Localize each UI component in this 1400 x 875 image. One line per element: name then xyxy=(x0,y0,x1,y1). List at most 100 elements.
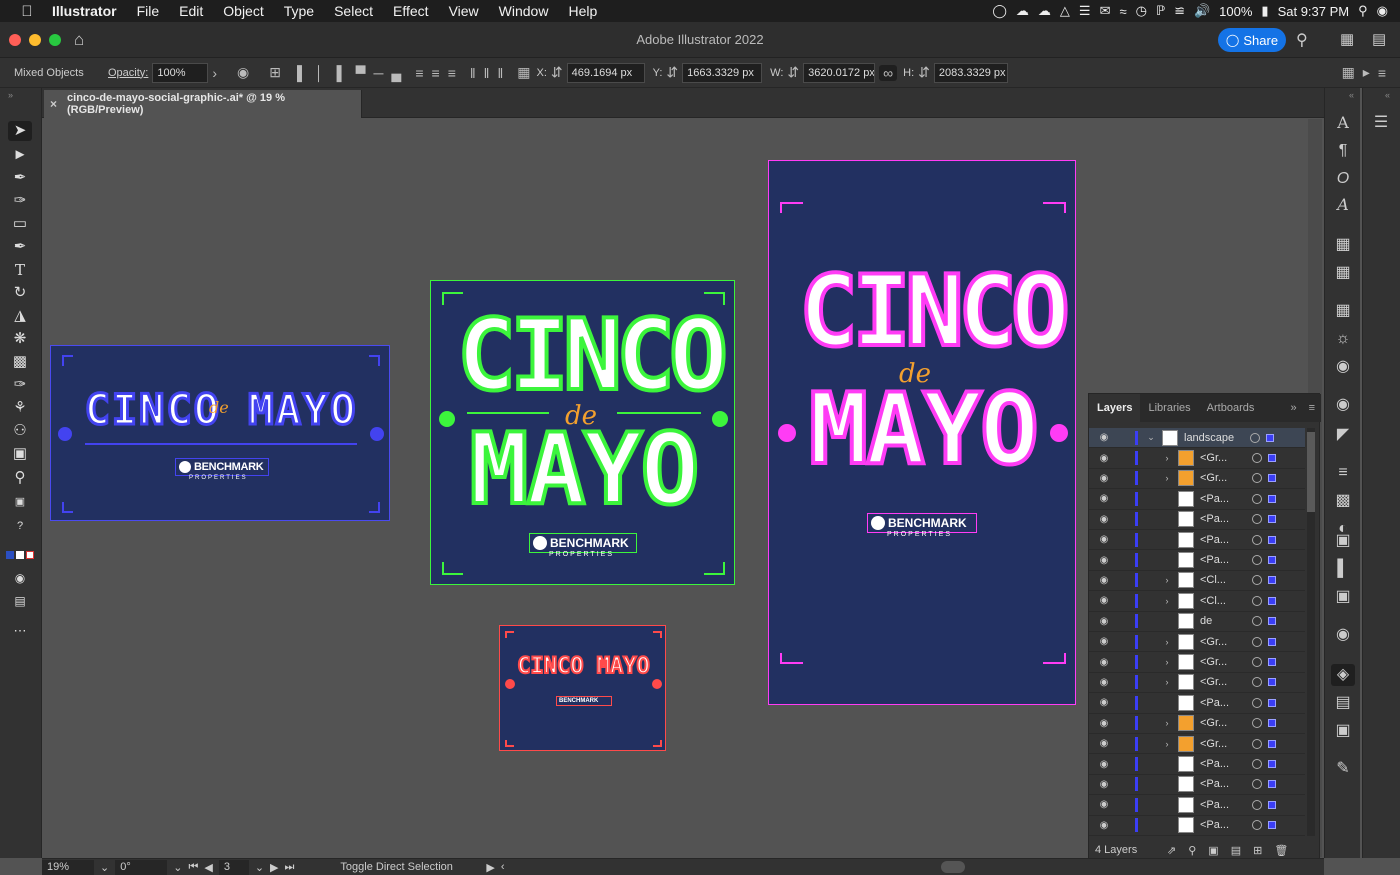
curvature-tool-icon[interactable]: ✑ xyxy=(8,191,32,211)
layer-name[interactable]: <Pa... xyxy=(1200,799,1242,811)
menu-app-name[interactable]: Illustrator xyxy=(42,3,127,19)
paragraph-icon[interactable]: ¶ xyxy=(1331,140,1355,162)
align-right-icon[interactable]: ▐ xyxy=(328,65,346,81)
none-swatch-icon[interactable] xyxy=(26,551,34,559)
visibility-eye-icon[interactable]: ◉ xyxy=(1093,555,1115,566)
layer-item-row[interactable]: ◉ <Pa... xyxy=(1089,816,1305,836)
puppet-warp-tool-icon[interactable]: ⚘ xyxy=(8,398,32,418)
artboard-square[interactable]: CINCO de MAYO BENCHMARK PROPERTIES xyxy=(430,280,735,585)
color-mode-icon[interactable] xyxy=(6,551,36,561)
opacity-label[interactable]: Opacity: xyxy=(108,67,148,79)
selection-indicator[interactable] xyxy=(1268,454,1276,463)
target-icon[interactable] xyxy=(1252,473,1262,484)
paragraph-styles-icon[interactable]: ▦ xyxy=(1331,262,1355,284)
layer-item-row[interactable]: ◉ <Pa... xyxy=(1089,795,1305,816)
asset-export-icon[interactable]: ▤ xyxy=(1331,692,1355,714)
direct-selection-tool-icon[interactable]: ► xyxy=(8,145,32,165)
brushes-icon[interactable]: ☼ xyxy=(1331,328,1355,350)
opentype-icon[interactable]: O xyxy=(1331,168,1355,190)
layer-name[interactable]: <Gr... xyxy=(1200,717,1242,729)
layer-item-row[interactable]: ◉ <Pa... xyxy=(1089,550,1305,571)
wifi-icon[interactable]: ≌ xyxy=(1174,3,1185,19)
layer-name[interactable]: <Gr... xyxy=(1200,738,1242,750)
drive-icon[interactable]: △ xyxy=(1060,3,1070,19)
menu-object[interactable]: Object xyxy=(213,3,273,19)
selection-indicator[interactable] xyxy=(1268,576,1276,585)
spotlight-search-icon[interactable]: ⚲ xyxy=(1358,3,1368,19)
visibility-eye-icon[interactable]: ◉ xyxy=(1093,514,1115,525)
tab-layers[interactable]: Layers xyxy=(1089,394,1141,422)
recolor-artwork-icon[interactable]: ◉ xyxy=(233,64,253,81)
menubar-clock[interactable]: Sat 9:37 PM xyxy=(1278,4,1350,19)
character-icon[interactable]: A xyxy=(1331,112,1355,134)
layer-name[interactable]: <Gr... xyxy=(1200,636,1242,648)
collapse-icon[interactable]: » xyxy=(8,90,13,100)
document-tab[interactable]: × cinco-de-mayo-social-graphic-.ai* @ 19… xyxy=(44,90,362,118)
rotation-field[interactable]: 0° xyxy=(115,859,168,875)
script-icon[interactable]: ≈ xyxy=(1119,4,1126,19)
expand-arrow-icon[interactable]: › xyxy=(1158,473,1176,483)
comments-icon[interactable]: ✎ xyxy=(1331,758,1355,780)
panel-menu-icon[interactable]: ≡ xyxy=(1303,402,1321,414)
layer-item-row[interactable]: ◉ <Pa... xyxy=(1089,510,1305,530)
target-icon[interactable] xyxy=(1252,779,1262,790)
selection-indicator[interactable] xyxy=(1268,596,1276,605)
transform-options-icon[interactable]: ▦ xyxy=(1338,64,1359,81)
control-menu-icon[interactable]: ≡ xyxy=(1374,65,1390,81)
expand-arrow-icon[interactable]: › xyxy=(1158,739,1176,749)
target-icon[interactable] xyxy=(1252,759,1262,770)
tab-artboards[interactable]: Artboards xyxy=(1199,394,1263,422)
color-icon[interactable]: ◉ xyxy=(1331,394,1355,416)
selection-indicator[interactable] xyxy=(1268,719,1276,728)
x-field[interactable]: 469.1694 px xyxy=(566,62,645,83)
w-stepper-icon[interactable]: ⇵ xyxy=(783,64,803,81)
selection-indicator[interactable] xyxy=(1268,800,1276,809)
zoom-dropdown-icon[interactable]: ⌄ xyxy=(100,861,109,874)
selection-indicator[interactable] xyxy=(1268,760,1276,769)
layer-item-row[interactable]: ◉ › <Gr... xyxy=(1089,714,1305,734)
menu-help[interactable]: Help xyxy=(558,3,607,19)
opacity-dropdown-icon[interactable]: › xyxy=(208,65,221,81)
artboard-tool-icon[interactable]: ▣ xyxy=(8,444,32,464)
menu-file[interactable]: File xyxy=(127,3,170,19)
visibility-eye-icon[interactable]: ◉ xyxy=(1093,473,1115,484)
type-tool-icon[interactable]: T xyxy=(8,260,32,280)
layer-name[interactable]: <Pa... xyxy=(1200,493,1242,505)
target-icon[interactable] xyxy=(1250,432,1260,443)
menu-select[interactable]: Select xyxy=(324,3,383,19)
layer-name[interactable]: <Pa... xyxy=(1200,819,1242,831)
menu-view[interactable]: View xyxy=(439,3,489,19)
cloud-icon[interactable]: ☁ xyxy=(1016,3,1029,19)
align-left-icon[interactable]: ▌ xyxy=(293,65,311,81)
search-icon[interactable]: ⚲ xyxy=(1296,30,1308,50)
logo-benchmark[interactable]: BENCHMARK xyxy=(867,513,977,533)
delete-layer-icon[interactable]: 🗑 xyxy=(1274,844,1288,857)
layer-item-row[interactable]: ◉ › <Gr... xyxy=(1089,448,1305,469)
expand-arrow-icon[interactable]: › xyxy=(1158,657,1176,667)
expand-arrow-icon[interactable]: ⌄ xyxy=(1142,432,1160,443)
last-artboard-icon[interactable]: ⏭ xyxy=(285,861,295,874)
layers-panel-icon[interactable]: ◈ xyxy=(1331,664,1355,686)
target-icon[interactable] xyxy=(1252,534,1262,545)
new-layer-icon[interactable]: ⊞ xyxy=(1253,844,1262,857)
layer-name[interactable]: <Pa... xyxy=(1200,697,1242,709)
artboard-portrait[interactable]: CINCO de MAYO BENCHMARK PROPERTIES xyxy=(768,160,1076,705)
zoom-tool-icon[interactable]: ⚲ xyxy=(8,468,32,488)
selection-indicator[interactable] xyxy=(1268,739,1276,748)
selection-indicator[interactable] xyxy=(1268,698,1276,707)
messages-icon[interactable]: ✉ xyxy=(1100,3,1111,19)
layer-name[interactable]: <Gr... xyxy=(1200,676,1242,688)
visibility-eye-icon[interactable]: ◉ xyxy=(1093,820,1115,831)
layer-name[interactable]: <Pa... xyxy=(1200,534,1242,546)
status-menu-icon[interactable]: ▶ xyxy=(486,861,494,874)
swatches-icon[interactable]: ▦ xyxy=(1331,300,1355,322)
menu-window[interactable]: Window xyxy=(489,3,559,19)
w-field[interactable]: 3620.0172 px xyxy=(803,62,876,83)
shape-builder-tool-icon[interactable]: ⚇ xyxy=(8,421,32,441)
rotate-tool-icon[interactable]: ↻ xyxy=(8,283,32,303)
visibility-eye-icon[interactable]: ◉ xyxy=(1093,718,1115,729)
properties-icon[interactable]: ☰ xyxy=(1369,112,1393,134)
layer-item-row[interactable]: ◉ <Pa... xyxy=(1089,693,1305,714)
distribute-vcenter-icon[interactable]: ≡ xyxy=(428,65,444,81)
appearance-icon[interactable]: ◉ xyxy=(1331,624,1355,646)
